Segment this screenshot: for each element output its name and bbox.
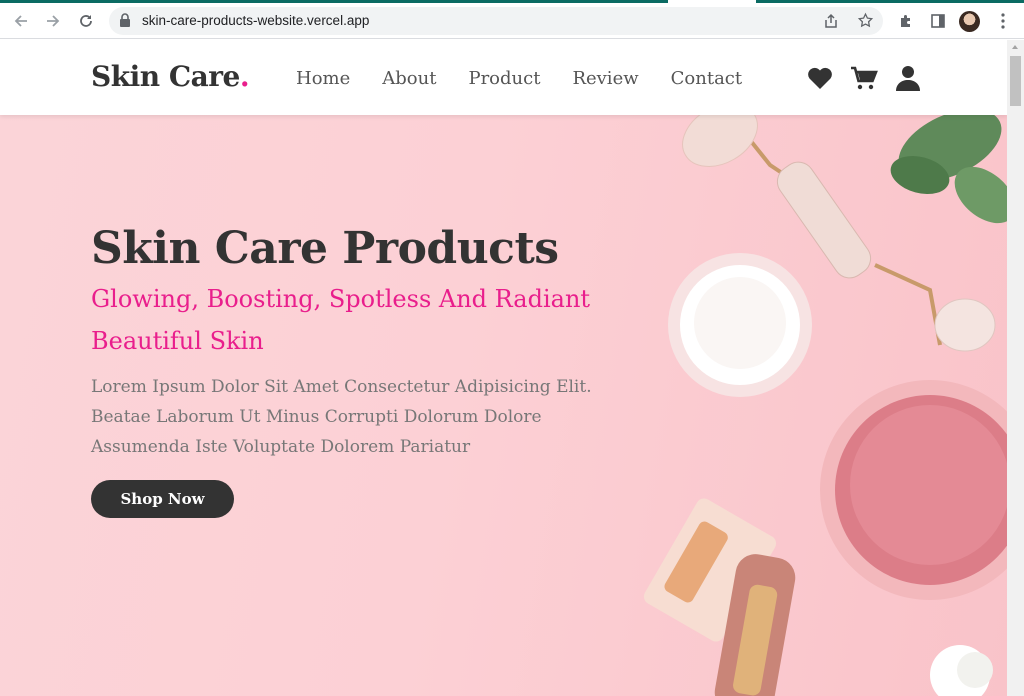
nav-link-review[interactable]: Review <box>572 68 638 89</box>
browser-toolbar: skin-care-products-website.vercel.app <box>0 3 1024 39</box>
back-button[interactable] <box>8 8 34 34</box>
shop-now-button[interactable]: Shop Now <box>91 480 234 518</box>
skincare-products-image <box>643 115 1007 696</box>
web-page: Skin Care. Home About Product Review Con… <box>0 40 1007 696</box>
nav-link-home[interactable]: Home <box>296 68 350 89</box>
extensions-button[interactable] <box>893 8 919 34</box>
heart-icon[interactable] <box>806 64 834 92</box>
hero-description: Lorem Ipsum Dolor Sit Amet Consectetur A… <box>91 377 592 457</box>
reload-button[interactable] <box>73 8 99 34</box>
site-header: Skin Care. Home About Product Review Con… <box>0 40 1007 115</box>
scroll-up-icon[interactable] <box>1012 45 1018 49</box>
main-nav: Home About Product Review Contact <box>296 68 774 89</box>
lock-icon <box>120 13 130 27</box>
nav-link-contact[interactable]: Contact <box>671 68 742 89</box>
logo-dot: . <box>239 60 250 93</box>
puzzle-icon <box>901 15 910 27</box>
url-text: skin-care-products-website.vercel.app <box>142 13 370 28</box>
header-icons <box>806 64 922 92</box>
more-vert-icon <box>1001 13 1005 29</box>
arrow-left-icon <box>14 15 27 27</box>
share-icon[interactable] <box>823 13 839 29</box>
site-logo[interactable]: Skin Care. <box>91 60 250 93</box>
hero-subtitle: Glowing, Boosting, Spotless And Radiant … <box>91 285 591 355</box>
logo-text: Skin Care <box>91 60 240 93</box>
reload-icon <box>80 15 92 27</box>
cart-icon[interactable] <box>850 64 878 92</box>
arrow-right-icon <box>47 15 60 27</box>
user-icon[interactable] <box>894 64 922 92</box>
hero-title: Skin Care Products <box>91 223 559 274</box>
menu-button[interactable] <box>990 8 1016 34</box>
bookmark-star-icon[interactable] <box>857 12 874 29</box>
nav-link-about[interactable]: About <box>382 68 436 89</box>
scrollbar[interactable] <box>1007 40 1024 696</box>
scrollbar-thumb[interactable] <box>1010 56 1021 106</box>
side-panel-button[interactable] <box>925 8 951 34</box>
side-panel-icon <box>931 14 945 28</box>
nav-link-product[interactable]: Product <box>468 68 540 89</box>
forward-button[interactable] <box>40 8 66 34</box>
profile-avatar[interactable] <box>959 11 980 32</box>
address-bar[interactable]: skin-care-products-website.vercel.app <box>109 7 883 35</box>
